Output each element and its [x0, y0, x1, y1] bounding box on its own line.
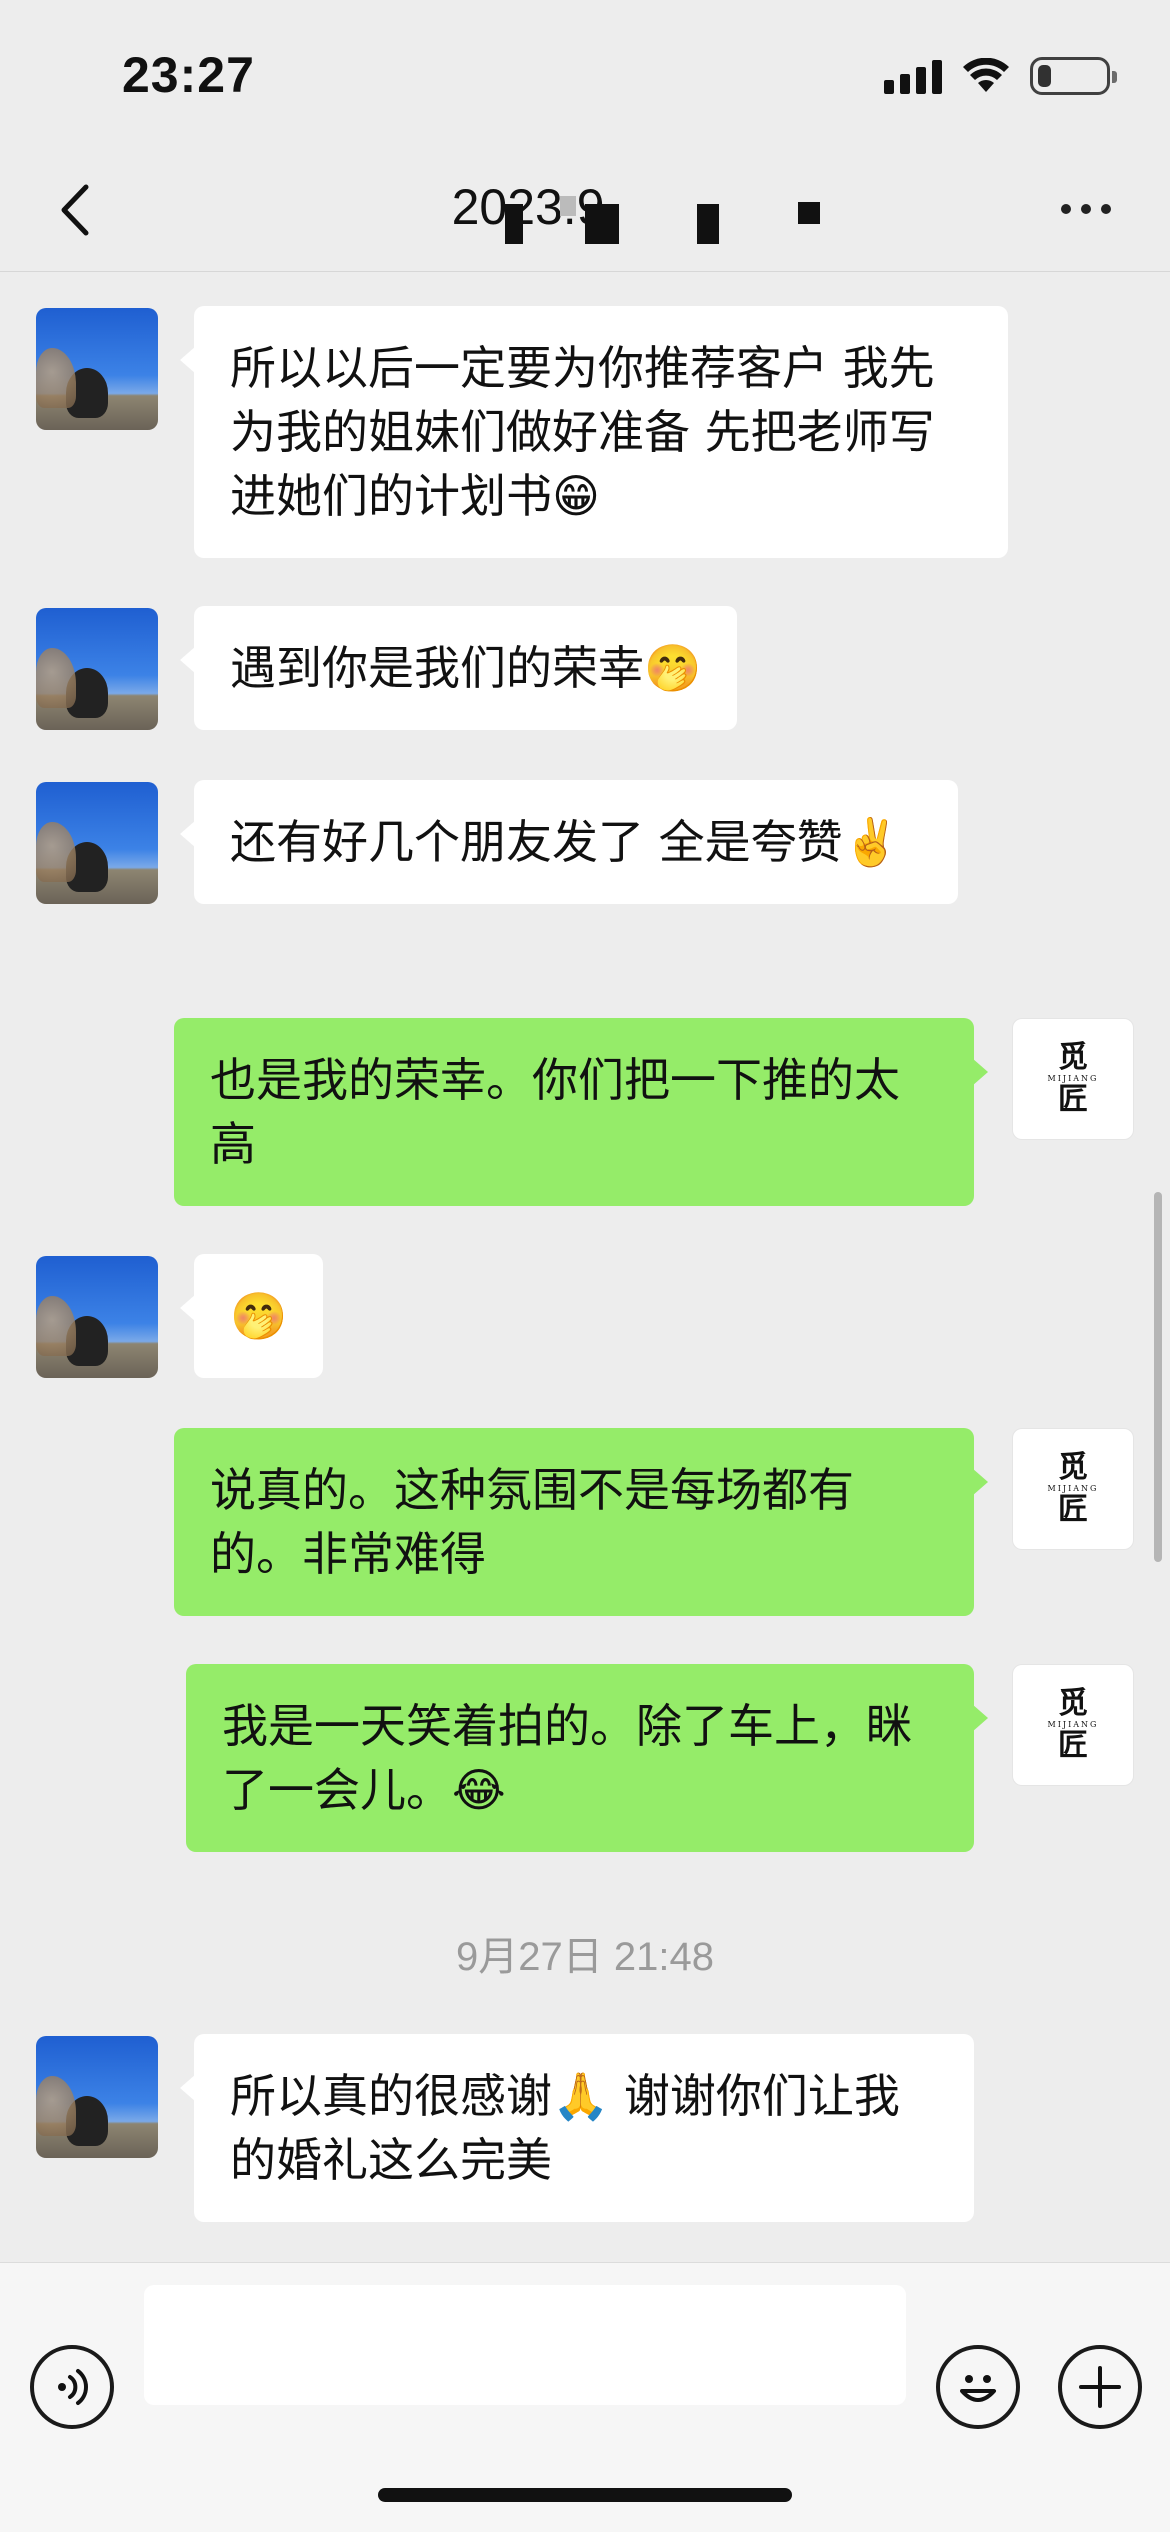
- incoming-message-bubble[interactable]: 🤭: [179, 1254, 324, 1378]
- logo-char: 觅: [1058, 1686, 1088, 1721]
- logo-char: 匠: [1058, 1728, 1088, 1763]
- incoming-message-bubble[interactable]: 所以真的很感谢🙏 谢谢你们让我的婚礼这么完美: [180, 2034, 974, 2222]
- incoming-message-bubble[interactable]: 所以以后一定要为你推荐客户 我先为我的姐妹们做好准备 先把老师写进她们的计划书😁: [180, 306, 1008, 558]
- scrollbar[interactable]: [1154, 1192, 1162, 1562]
- incoming-message-bubble[interactable]: 遇到你是我们的荣幸🤭: [179, 606, 738, 730]
- logo-char: 觅: [1058, 1450, 1088, 1485]
- outgoing-message-bubble[interactable]: 我是一天笑着拍的。除了车上，眯了一会儿。😂: [186, 1664, 988, 1852]
- battery-low-icon: [1030, 57, 1117, 95]
- more-dots-icon: [1061, 204, 1071, 214]
- self-avatar[interactable]: 觅 MIJIANG 匠: [1012, 1664, 1134, 1786]
- status-icons: [884, 52, 1117, 100]
- contact-avatar[interactable]: [36, 782, 158, 904]
- redaction-mark: [560, 196, 576, 216]
- more-options-button[interactable]: [1046, 184, 1126, 234]
- more-dots-icon: [1101, 204, 1111, 214]
- plus-icon: [1079, 2366, 1121, 2408]
- self-avatar[interactable]: 觅 MIJIANG 匠: [1012, 1018, 1134, 1140]
- emoji-icon: [960, 2375, 996, 2402]
- contact-avatar[interactable]: [36, 308, 158, 430]
- contact-avatar[interactable]: [36, 2036, 158, 2158]
- outgoing-message-bubble[interactable]: 也是我的荣幸。你们把一下推的太高: [174, 1018, 988, 1206]
- redaction-mark: [798, 202, 820, 224]
- chat-message-list[interactable]: 所以以后一定要为你推荐客户 我先为我的姐妹们做好准备 先把老师写进她们的计划书😁…: [0, 272, 1170, 2262]
- voice-input-button[interactable]: [30, 2345, 114, 2429]
- chat-header: 2023.9.: [0, 150, 1170, 272]
- voice-input-icon: [58, 2369, 88, 2405]
- message-timestamp: 9月27日 21:48: [456, 1935, 714, 1979]
- outgoing-message-bubble[interactable]: 说真的。这种氛围不是每场都有的。非常难得: [174, 1428, 988, 1616]
- message-text-input[interactable]: [144, 2285, 906, 2405]
- self-avatar[interactable]: 觅 MIJIANG 匠: [1012, 1428, 1134, 1550]
- logo-char: 觅: [1058, 1040, 1088, 1075]
- incoming-message-bubble[interactable]: 还有好几个朋友发了 全是夸赞✌️: [180, 780, 958, 904]
- battery-level: [1038, 65, 1051, 87]
- contact-avatar[interactable]: [36, 608, 158, 730]
- logo-char: 匠: [1058, 1492, 1088, 1527]
- status-time: 23:27: [122, 47, 255, 103]
- more-functions-button[interactable]: [1058, 2345, 1142, 2429]
- wifi-icon: [962, 58, 1010, 94]
- more-dots-icon: [1081, 204, 1091, 214]
- logo-char: 匠: [1058, 1082, 1088, 1117]
- redaction-mark: [697, 204, 719, 244]
- home-indicator[interactable]: [378, 2488, 792, 2502]
- emoji-button[interactable]: [936, 2345, 1020, 2429]
- cellular-signal-icon: [884, 58, 942, 94]
- contact-avatar[interactable]: [36, 1256, 158, 1378]
- redaction-mark: [505, 204, 523, 244]
- status-bar: 23:27: [0, 0, 1170, 150]
- redaction-mark: [585, 204, 619, 244]
